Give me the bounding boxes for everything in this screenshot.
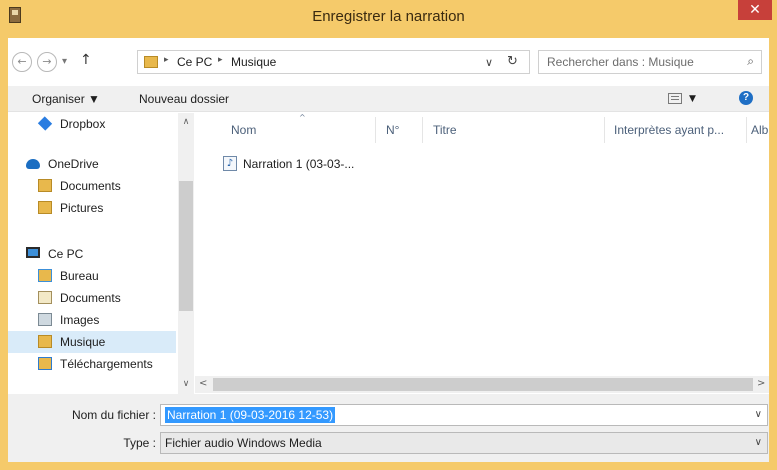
filename-label: Nom du fichier : — [71, 408, 156, 422]
help-icon[interactable]: ? — [739, 91, 753, 105]
file-name: Narration 1 (03-03-... — [243, 157, 355, 171]
sidebar-item-label: Images — [60, 313, 100, 327]
breadcrumb-separator-icon: ▸ — [164, 55, 169, 65]
column-header-album[interactable]: Albu — [751, 123, 769, 137]
chevron-down-icon[interactable]: ∨ — [755, 437, 762, 448]
command-toolbar: Organiser ▼ Nouveau dossier ▼ ? — [8, 86, 769, 112]
save-dialog-window: Enregistrer la narration ✕ ← → ▾ ↑ ▸ Ce … — [0, 0, 777, 470]
search-icon[interactable]: ⌕ — [747, 54, 754, 69]
organize-button[interactable]: Organiser ▼ — [32, 92, 100, 106]
breadcrumb-separator-icon: ▸ — [218, 55, 223, 65]
column-divider[interactable] — [746, 117, 747, 143]
dropbox-icon — [37, 116, 53, 131]
navigation-pane: Dropbox OneDrive Documents Pictures Ce P… — [8, 113, 194, 394]
music-folder-icon — [144, 56, 158, 68]
sidebar-item-label: Téléchargements — [60, 357, 153, 371]
horizontal-scrollbar[interactable]: < > — [195, 376, 769, 393]
type-label: Type : — [123, 436, 156, 450]
downloads-folder-icon — [38, 357, 52, 370]
navigation-scrollbar[interactable]: ∧ ∨ — [178, 113, 194, 394]
search-box[interactable]: Rechercher dans : Musique ⌕ — [538, 50, 762, 74]
file-list: ^ Nom N° Titre Interprètes ayant p... Al… — [195, 113, 769, 379]
sidebar-item-documents-pc[interactable]: Documents — [8, 287, 178, 309]
column-header-artists[interactable]: Interprètes ayant p... — [614, 123, 724, 137]
sidebar-item-label: Ce PC — [48, 247, 84, 261]
column-header-title[interactable]: Titre — [433, 123, 457, 137]
sidebar-item-telechargements[interactable]: Téléchargements — [8, 353, 178, 375]
sidebar-item-label: Documents — [60, 291, 121, 305]
scroll-up-icon[interactable]: ∧ — [181, 117, 191, 127]
view-options-dropdown[interactable]: ▼ — [689, 94, 696, 104]
breadcrumb-ce-pc[interactable]: Ce PC — [177, 55, 212, 69]
back-button[interactable]: ← — [12, 52, 32, 72]
chevron-down-icon[interactable]: ∨ — [755, 409, 762, 420]
refresh-icon[interactable]: ↻ — [507, 54, 518, 69]
scrollbar-thumb[interactable] — [179, 181, 193, 311]
close-button[interactable]: ✕ — [738, 0, 772, 20]
images-folder-icon — [38, 313, 52, 326]
scrollbar-thumb[interactable] — [213, 378, 753, 391]
navigation-row: ← → ▾ ↑ ▸ Ce PC ▸ Musique ∨ ↻ Rechercher… — [8, 38, 769, 88]
new-folder-button[interactable]: Nouveau dossier — [139, 92, 229, 106]
file-type-value: Fichier audio Windows Media — [165, 436, 322, 450]
sidebar-item-label: Pictures — [60, 201, 104, 215]
sidebar-item-label: Documents — [60, 179, 121, 193]
column-divider[interactable] — [375, 117, 376, 143]
save-options-panel: Nom du fichier : Narration 1 (09-03-2016… — [8, 394, 769, 462]
folder-icon — [38, 179, 52, 192]
search-input[interactable]: Rechercher dans : Musique — [547, 55, 694, 69]
desktop-folder-icon — [38, 269, 52, 282]
sidebar-item-musique[interactable]: Musique — [8, 331, 176, 353]
sidebar-item-images[interactable]: Images — [8, 309, 178, 331]
music-folder-icon — [38, 335, 52, 348]
sidebar-item-label: Dropbox — [60, 117, 106, 131]
view-options-icon[interactable] — [668, 93, 682, 104]
sidebar-item-dropbox[interactable]: Dropbox — [8, 113, 178, 135]
file-row[interactable]: ♪ Narration 1 (03-03-... — [223, 153, 393, 175]
sidebar-item-bureau[interactable]: Bureau — [8, 265, 178, 287]
column-divider[interactable] — [604, 117, 605, 143]
sidebar-item-documents[interactable]: Documents — [8, 175, 178, 197]
sidebar-item-onedrive[interactable]: OneDrive — [8, 153, 178, 175]
onedrive-icon — [26, 159, 40, 169]
scroll-right-icon[interactable]: > — [757, 378, 765, 389]
window-title: Enregistrer la narration — [312, 8, 465, 25]
breadcrumb-musique[interactable]: Musique — [231, 55, 276, 69]
file-type-select[interactable]: Fichier audio Windows Media ∨ — [160, 432, 768, 454]
documents-folder-icon — [38, 291, 52, 304]
recent-locations-icon[interactable]: ▾ — [62, 56, 67, 67]
column-header-number[interactable]: N° — [386, 123, 399, 137]
up-button[interactable]: ↑ — [80, 52, 92, 68]
dialog-client-area: ← → ▾ ↑ ▸ Ce PC ▸ Musique ∨ ↻ Rechercher… — [8, 38, 769, 462]
address-bar[interactable]: ▸ Ce PC ▸ Musique ∨ ↻ — [137, 50, 530, 74]
audio-file-icon: ♪ — [223, 156, 237, 171]
computer-icon — [26, 247, 40, 258]
sidebar-item-label: Musique — [60, 335, 106, 349]
sidebar-item-label: Bureau — [60, 269, 99, 283]
filename-input[interactable]: Narration 1 (09-03-2016 12-53) — [165, 407, 336, 423]
sidebar-item-label: OneDrive — [48, 157, 99, 171]
column-divider[interactable] — [422, 117, 423, 143]
scroll-left-icon[interactable]: < — [199, 378, 207, 389]
folder-icon — [38, 201, 52, 214]
sidebar-item-pictures[interactable]: Pictures — [8, 197, 178, 219]
forward-button[interactable]: → — [37, 52, 57, 72]
sidebar-item-ce-pc[interactable]: Ce PC — [8, 243, 178, 265]
scroll-down-icon[interactable]: ∨ — [181, 379, 191, 389]
title-bar[interactable]: Enregistrer la narration ✕ — [0, 0, 777, 38]
sort-ascending-icon: ^ — [299, 113, 306, 122]
column-header-name[interactable]: Nom — [231, 123, 256, 137]
address-history-dropdown[interactable]: ∨ — [485, 56, 493, 69]
filename-field[interactable]: Narration 1 (09-03-2016 12-53) ∨ — [160, 404, 768, 426]
